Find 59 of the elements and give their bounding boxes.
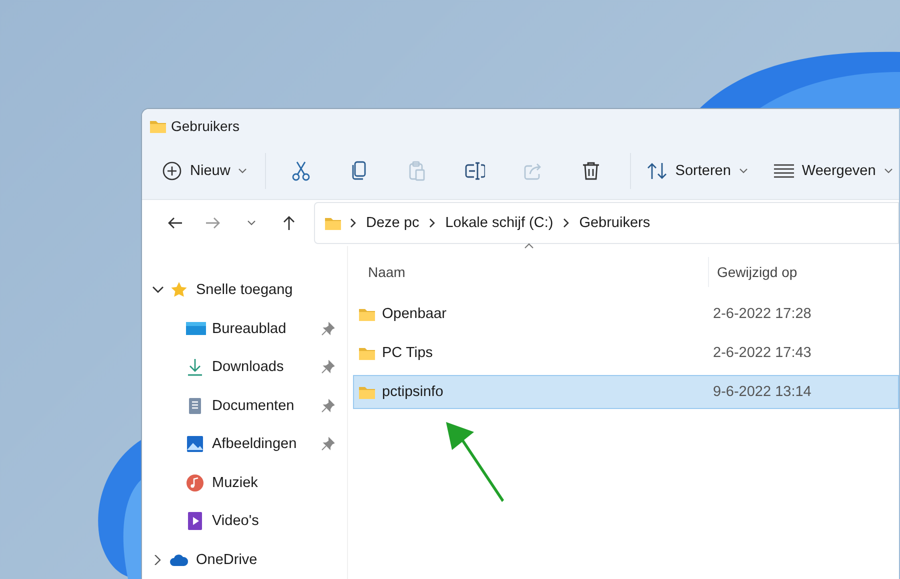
chevron-right-icon (429, 218, 436, 228)
address-bar[interactable]: Deze pc Lokale schijf (C:) Gebruikers (314, 202, 899, 244)
caret-icon (738, 168, 748, 174)
new-button[interactable]: Nieuw (156, 150, 254, 191)
sidebar-label: Muziek (212, 474, 259, 491)
sort-button[interactable]: Sorteren (641, 150, 754, 191)
folder-icon (324, 215, 342, 232)
modified-date: 2-6-2022 17:43 (712, 345, 812, 361)
sidebar-item[interactable]: Snelle toegang (142, 271, 347, 310)
sidebar-label: Bureaublad (212, 320, 288, 337)
file-name: Openbaar (382, 306, 446, 322)
lines-icon (774, 164, 794, 178)
file-row[interactable]: Openbaar 2-6-2022 17:28 (353, 297, 899, 331)
sidebar-label: Snelle toegang (196, 282, 293, 298)
trash-icon (581, 160, 602, 181)
view-button[interactable]: Weergeven (768, 150, 899, 191)
music-note-icon (186, 474, 206, 492)
sidebar-label: OneDrive (196, 552, 258, 568)
modified-date: 9-6-2022 13:14 (712, 384, 812, 400)
monitor-icon (186, 320, 206, 338)
modified-date: 2-6-2022 17:28 (712, 306, 812, 322)
arrow-up-icon (281, 215, 297, 232)
scissors-icon (291, 160, 312, 181)
sidebar-item[interactable]: Video's (142, 502, 347, 540)
breadcrumb[interactable]: Lokale schijf (C:) (443, 215, 556, 232)
caret-icon (884, 168, 893, 174)
sidebar-item[interactable]: OneDrive (142, 540, 347, 579)
sidebar-label: Downloads (212, 359, 285, 376)
column-header[interactable]: Gewijzigd op (709, 264, 798, 280)
sidebar-label: Afbeeldingen (212, 436, 298, 452)
clipboard-icon (407, 160, 428, 181)
breadcrumb[interactable]: Deze pc (364, 215, 422, 232)
share-icon (523, 160, 544, 181)
folder-icon (358, 345, 376, 361)
file-row[interactable]: pctipsinfo 9-6-2022 13:14 (353, 375, 899, 409)
sidebar-label: Video's (212, 513, 260, 530)
sidebar-item[interactable]: Documenten (142, 386, 347, 425)
window-title: Gebruikers (171, 118, 240, 134)
folder-icon (358, 306, 376, 322)
caret-icon (246, 220, 256, 226)
sort-caret-icon (524, 243, 534, 249)
chevron-right-icon (350, 218, 356, 228)
file-name: pctipsinfo (382, 384, 444, 400)
column-header[interactable]: Naam (353, 257, 709, 287)
chevron-right-icon (563, 218, 570, 228)
sidebar-item[interactable]: Afbeeldingen (142, 425, 347, 464)
sidebar-label: Documenten (212, 398, 296, 414)
sidebar-item[interactable]: Bureaublad (142, 310, 347, 348)
plus-circle-icon (162, 160, 182, 181)
rename-icon (465, 160, 486, 181)
folder-icon (358, 384, 376, 400)
sidebar-item[interactable]: Muziek (142, 464, 347, 502)
picture-icon (186, 435, 206, 454)
caret-icon (238, 168, 248, 174)
sidebar-item[interactable]: Downloads (142, 348, 347, 386)
file-name: PC Tips (382, 345, 433, 361)
sort-arrows-icon (647, 162, 668, 180)
file-row[interactable]: PC Tips 2-6-2022 17:43 (353, 336, 899, 370)
breadcrumb[interactable]: Gebruikers (577, 215, 652, 232)
